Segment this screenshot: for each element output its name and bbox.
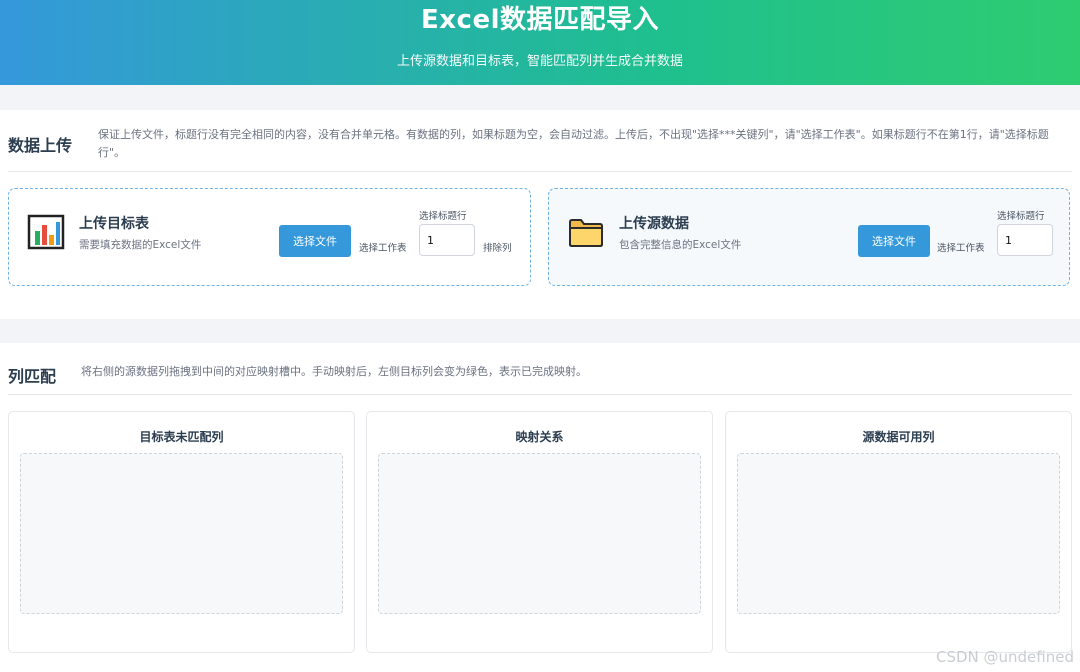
source-header-row-input[interactable] <box>997 224 1053 256</box>
match-section-title: 列匹配 <box>8 367 57 386</box>
source-available-columns-list[interactable] <box>737 453 1060 614</box>
source-available-columns-title: 源数据可用列 <box>862 430 935 444</box>
mapping-title: 映射关系 <box>515 430 564 444</box>
match-section-description: 将右侧的源数据列拖拽到中间的对应映射槽中。手动映射后，左侧目标列会变为绿色，表示… <box>81 365 587 378</box>
mapping-drop-zone[interactable] <box>378 453 701 614</box>
target-unmatched-columns-list[interactable] <box>20 453 343 614</box>
bar-chart-icon <box>27 213 65 251</box>
source-available-columns-panel: 源数据可用列 <box>725 411 1072 653</box>
source-upload-card[interactable]: 上传源数据 包含完整信息的Excel文件 选择文件 选择工作表 选择标题行 <box>548 188 1070 286</box>
watermark: CSDN @undefined <box>935 648 1074 666</box>
folder-icon <box>567 213 605 251</box>
upload-section-header: 数据上传 保证上传文件，标题行没有完全相同的内容，没有合并单元格。有数据的列，如… <box>8 110 1072 172</box>
target-upload-title: 上传目标表 <box>79 216 149 232</box>
column-match-section: 列匹配 将右侧的源数据列拖拽到中间的对应映射槽中。手动映射后，左侧目标列会变为绿… <box>0 343 1080 672</box>
target-unmatched-columns-panel: 目标表未匹配列 <box>8 411 355 653</box>
page-subtitle: 上传源数据和目标表，智能匹配列并生成合并数据 <box>396 54 683 69</box>
source-sheet-label: 选择工作表 <box>937 243 985 254</box>
upload-section-title: 数据上传 <box>8 136 73 155</box>
upload-section-description: 保证上传文件，标题行没有完全相同的内容，没有合并单元格。有数据的列，如果标题为空… <box>98 128 1049 159</box>
target-upload-description: 需要填充数据的Excel文件 <box>79 239 202 251</box>
target-upload-card[interactable]: 上传目标表 需要填充数据的Excel文件 选择文件 选择工作表 选择标题行 排除… <box>8 188 531 286</box>
mapping-panel: 映射关系 <box>366 411 713 653</box>
target-header-row-label: 选择标题行 <box>419 211 467 222</box>
match-section-header: 列匹配 将右侧的源数据列拖拽到中间的对应映射槽中。手动映射后，左侧目标列会变为绿… <box>8 343 1072 395</box>
target-header-row-input[interactable] <box>419 224 475 256</box>
target-exclude-columns-label[interactable]: 排除列 <box>483 240 512 254</box>
source-upload-description: 包含完整信息的Excel文件 <box>619 239 742 251</box>
target-sheet-label: 选择工作表 <box>359 243 407 254</box>
target-choose-file-button[interactable]: 选择文件 <box>279 225 351 257</box>
page-header: Excel数据匹配导入 上传源数据和目标表，智能匹配列并生成合并数据 <box>0 0 1080 85</box>
target-unmatched-columns-title: 目标表未匹配列 <box>139 430 224 444</box>
page-title: Excel数据匹配导入 <box>421 5 659 35</box>
source-upload-title: 上传源数据 <box>619 216 689 232</box>
upload-section: 数据上传 保证上传文件，标题行没有完全相同的内容，没有合并单元格。有数据的列，如… <box>0 110 1080 319</box>
source-choose-file-button[interactable]: 选择文件 <box>858 225 930 257</box>
source-header-row-label: 选择标题行 <box>997 211 1045 222</box>
